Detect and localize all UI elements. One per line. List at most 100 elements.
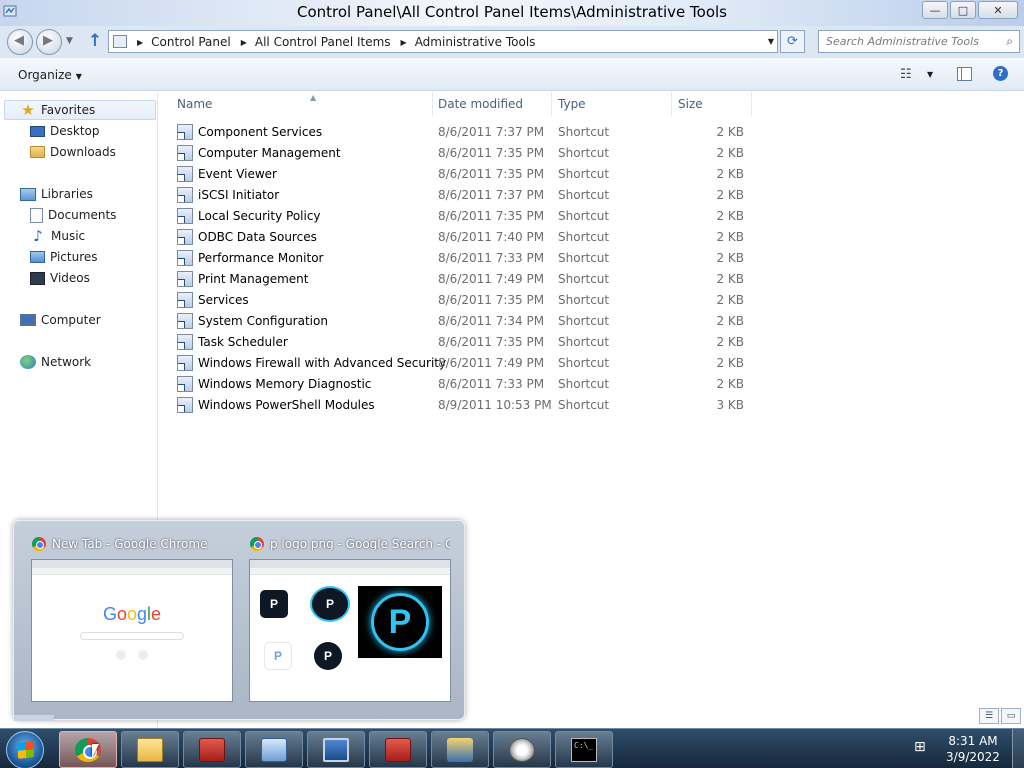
nav-libraries[interactable]: Libraries bbox=[20, 184, 93, 204]
file-name: Print Management bbox=[198, 272, 309, 286]
file-date-modified: 8/6/2011 7:35 PM bbox=[438, 293, 545, 307]
thumbnail-p-logo-search[interactable]: p logo png - Google Search - G... P P P … bbox=[246, 531, 456, 707]
column-header-type[interactable]: Type bbox=[552, 92, 672, 116]
file-row[interactable]: Windows PowerShell Modules 8/9/2011 10:53… bbox=[159, 395, 919, 416]
start-button[interactable] bbox=[6, 731, 44, 768]
help-icon[interactable]: ? bbox=[993, 66, 1008, 81]
taskbar-chrome[interactable] bbox=[59, 731, 117, 768]
breadcrumb-administrative-tools[interactable]: Administrative Tools bbox=[415, 35, 536, 49]
organize-button[interactable]: Organize ▼ bbox=[18, 68, 82, 82]
taskbar-command-prompt[interactable]: C:\_ bbox=[555, 731, 613, 768]
taskbar-admin-tools[interactable] bbox=[183, 731, 241, 768]
breadcrumb-arrow-icon[interactable]: ▶ bbox=[137, 38, 143, 47]
nav-downloads[interactable]: Downloads bbox=[30, 142, 116, 162]
minimize-button[interactable]: — bbox=[922, 1, 948, 19]
taskbar-performance[interactable] bbox=[493, 731, 551, 768]
taskbar-toolbox-2[interactable] bbox=[369, 731, 427, 768]
system-clock[interactable]: 8:31 AM 3/9/2022 bbox=[942, 733, 1004, 765]
view-options-dropdown-icon[interactable]: ▼ bbox=[927, 70, 933, 79]
nav-computer[interactable]: Computer bbox=[20, 310, 101, 330]
back-arrow-icon: ◀ bbox=[14, 33, 24, 48]
shortcut-icon bbox=[177, 145, 193, 161]
search-box[interactable]: ⌕ bbox=[818, 30, 1020, 53]
large-icons-view-icon[interactable]: ▭ bbox=[1001, 708, 1021, 724]
google-logo: Google bbox=[102, 604, 162, 624]
forward-button[interactable]: ▶ bbox=[36, 29, 62, 55]
column-header-name[interactable]: ▲ Name bbox=[171, 92, 433, 116]
change-view-icon[interactable]: ☷ bbox=[900, 67, 912, 82]
shortcut-icon bbox=[177, 355, 193, 371]
column-header-size[interactable]: Size bbox=[672, 92, 752, 116]
back-button[interactable]: ◀ bbox=[7, 29, 33, 55]
file-row[interactable]: Computer Management 8/6/2011 7:35 PM Short… bbox=[159, 143, 919, 164]
mini-shortcut bbox=[138, 650, 148, 660]
file-row[interactable]: System Configuration 8/6/2011 7:34 PM Shor… bbox=[159, 311, 919, 332]
network-tray-icon[interactable]: ⊞ bbox=[914, 739, 926, 755]
file-row[interactable]: Services 8/6/2011 7:35 PM Shortcut 2 KB bbox=[159, 290, 919, 311]
taskbar-explorer[interactable] bbox=[121, 731, 179, 768]
sort-ascending-icon: ▲ bbox=[310, 93, 317, 102]
mini-shortcut bbox=[116, 650, 126, 660]
address-dropdown-icon[interactable]: ▼ bbox=[768, 37, 774, 46]
maximize-button[interactable]: □ bbox=[950, 1, 976, 19]
details-view-icon[interactable]: ☰ bbox=[979, 708, 999, 724]
refresh-button[interactable]: ⟳ bbox=[780, 30, 805, 53]
address-bar[interactable]: ▶ Control Panel ▶ All Control Panel Item… bbox=[108, 30, 778, 53]
close-button[interactable]: ✕ bbox=[978, 1, 1018, 19]
star-icon: ★ bbox=[21, 101, 35, 119]
search-icon[interactable]: ⌕ bbox=[1006, 34, 1013, 49]
up-folder-icon[interactable]: ↑ bbox=[86, 32, 104, 50]
file-row[interactable]: Windows Memory Diagnostic 8/6/2011 7:33 P… bbox=[159, 374, 919, 395]
thumbnail-preview: Google bbox=[31, 559, 233, 702]
file-row[interactable]: iSCSI Initiator 8/6/2011 7:37 PM Shortcut 2… bbox=[159, 185, 919, 206]
nav-music[interactable]: ♪ Music bbox=[30, 226, 85, 246]
navigation-bar: ◀ ▶ ▼ ↑ ▶ Control Panel ▶ All Control Pa… bbox=[0, 26, 1024, 58]
column-type-label: Type bbox=[558, 97, 586, 111]
shortcut-icon bbox=[177, 376, 193, 392]
file-row[interactable]: Print Management 8/6/2011 7:49 PM Shortcut… bbox=[159, 269, 919, 290]
file-name: System Configuration bbox=[198, 314, 328, 328]
command-prompt-icon: C:\_ bbox=[571, 738, 597, 762]
breadcrumb-arrow-icon[interactable]: ▶ bbox=[401, 38, 407, 47]
file-name: Task Scheduler bbox=[198, 335, 288, 349]
thumbnail-title-text: p logo png - Google Search - G... bbox=[270, 537, 450, 551]
nav-network[interactable]: Network bbox=[20, 352, 91, 372]
file-type: Shortcut bbox=[558, 293, 610, 307]
file-type: Shortcut bbox=[558, 209, 610, 223]
show-desktop-button[interactable] bbox=[1012, 729, 1024, 768]
breadcrumb-arrow-icon[interactable]: ▶ bbox=[241, 38, 247, 47]
file-row[interactable]: Performance Monitor 8/6/2011 7:33 PM Short… bbox=[159, 248, 919, 269]
nav-videos-label: Videos bbox=[50, 271, 90, 285]
nav-videos[interactable]: Videos bbox=[30, 268, 90, 288]
nav-computer-label: Computer bbox=[41, 313, 101, 327]
preview-pane-icon[interactable] bbox=[957, 67, 972, 81]
search-input[interactable] bbox=[819, 31, 989, 52]
taskbar-computer-management[interactable] bbox=[307, 731, 365, 768]
file-row[interactable]: Local Security Policy 8/6/2011 7:35 PM Sho… bbox=[159, 206, 919, 227]
file-row[interactable]: Component Services 8/6/2011 7:37 PM Shortc… bbox=[159, 122, 919, 143]
gauge-icon bbox=[509, 738, 535, 762]
file-row[interactable]: Windows Firewall with Advanced Security 8… bbox=[159, 353, 919, 374]
file-size: 2 KB bbox=[716, 314, 744, 328]
breadcrumb-control-panel[interactable]: Control Panel bbox=[151, 35, 231, 49]
thumbnail-new-tab[interactable]: New Tab - Google Chrome Google bbox=[28, 531, 238, 707]
taskbar-control-panel[interactable] bbox=[245, 731, 303, 768]
nav-documents-label: Documents bbox=[48, 208, 117, 222]
file-type: Shortcut bbox=[558, 356, 610, 370]
nav-desktop[interactable]: Desktop bbox=[30, 121, 100, 141]
file-name: Performance Monitor bbox=[198, 251, 324, 265]
taskbar-iis[interactable] bbox=[431, 731, 489, 768]
nav-documents[interactable]: Documents bbox=[30, 205, 116, 225]
nav-favorites[interactable]: ★ Favorites bbox=[4, 100, 156, 120]
file-type: Shortcut bbox=[558, 125, 610, 139]
file-row[interactable]: Event Viewer 8/6/2011 7:35 PM Shortcut 2 KB bbox=[159, 164, 919, 185]
recent-pages-dropdown-icon[interactable]: ▼ bbox=[66, 36, 73, 46]
nav-pictures[interactable]: Pictures bbox=[30, 247, 98, 267]
breadcrumb-all-items[interactable]: All Control Panel Items bbox=[255, 35, 391, 49]
file-row[interactable]: Task Scheduler 8/6/2011 7:35 PM Shortcut 2 … bbox=[159, 332, 919, 353]
shortcut-icon bbox=[177, 334, 193, 350]
column-header-date-modified[interactable]: Date modified bbox=[432, 92, 552, 116]
file-row[interactable]: ODBC Data Sources 8/6/2011 7:40 PM Shortcu… bbox=[159, 227, 919, 248]
file-date-modified: 8/6/2011 7:37 PM bbox=[438, 188, 545, 202]
window-title: Control Panel\All Control Panel Items\Ad… bbox=[296, 3, 727, 21]
